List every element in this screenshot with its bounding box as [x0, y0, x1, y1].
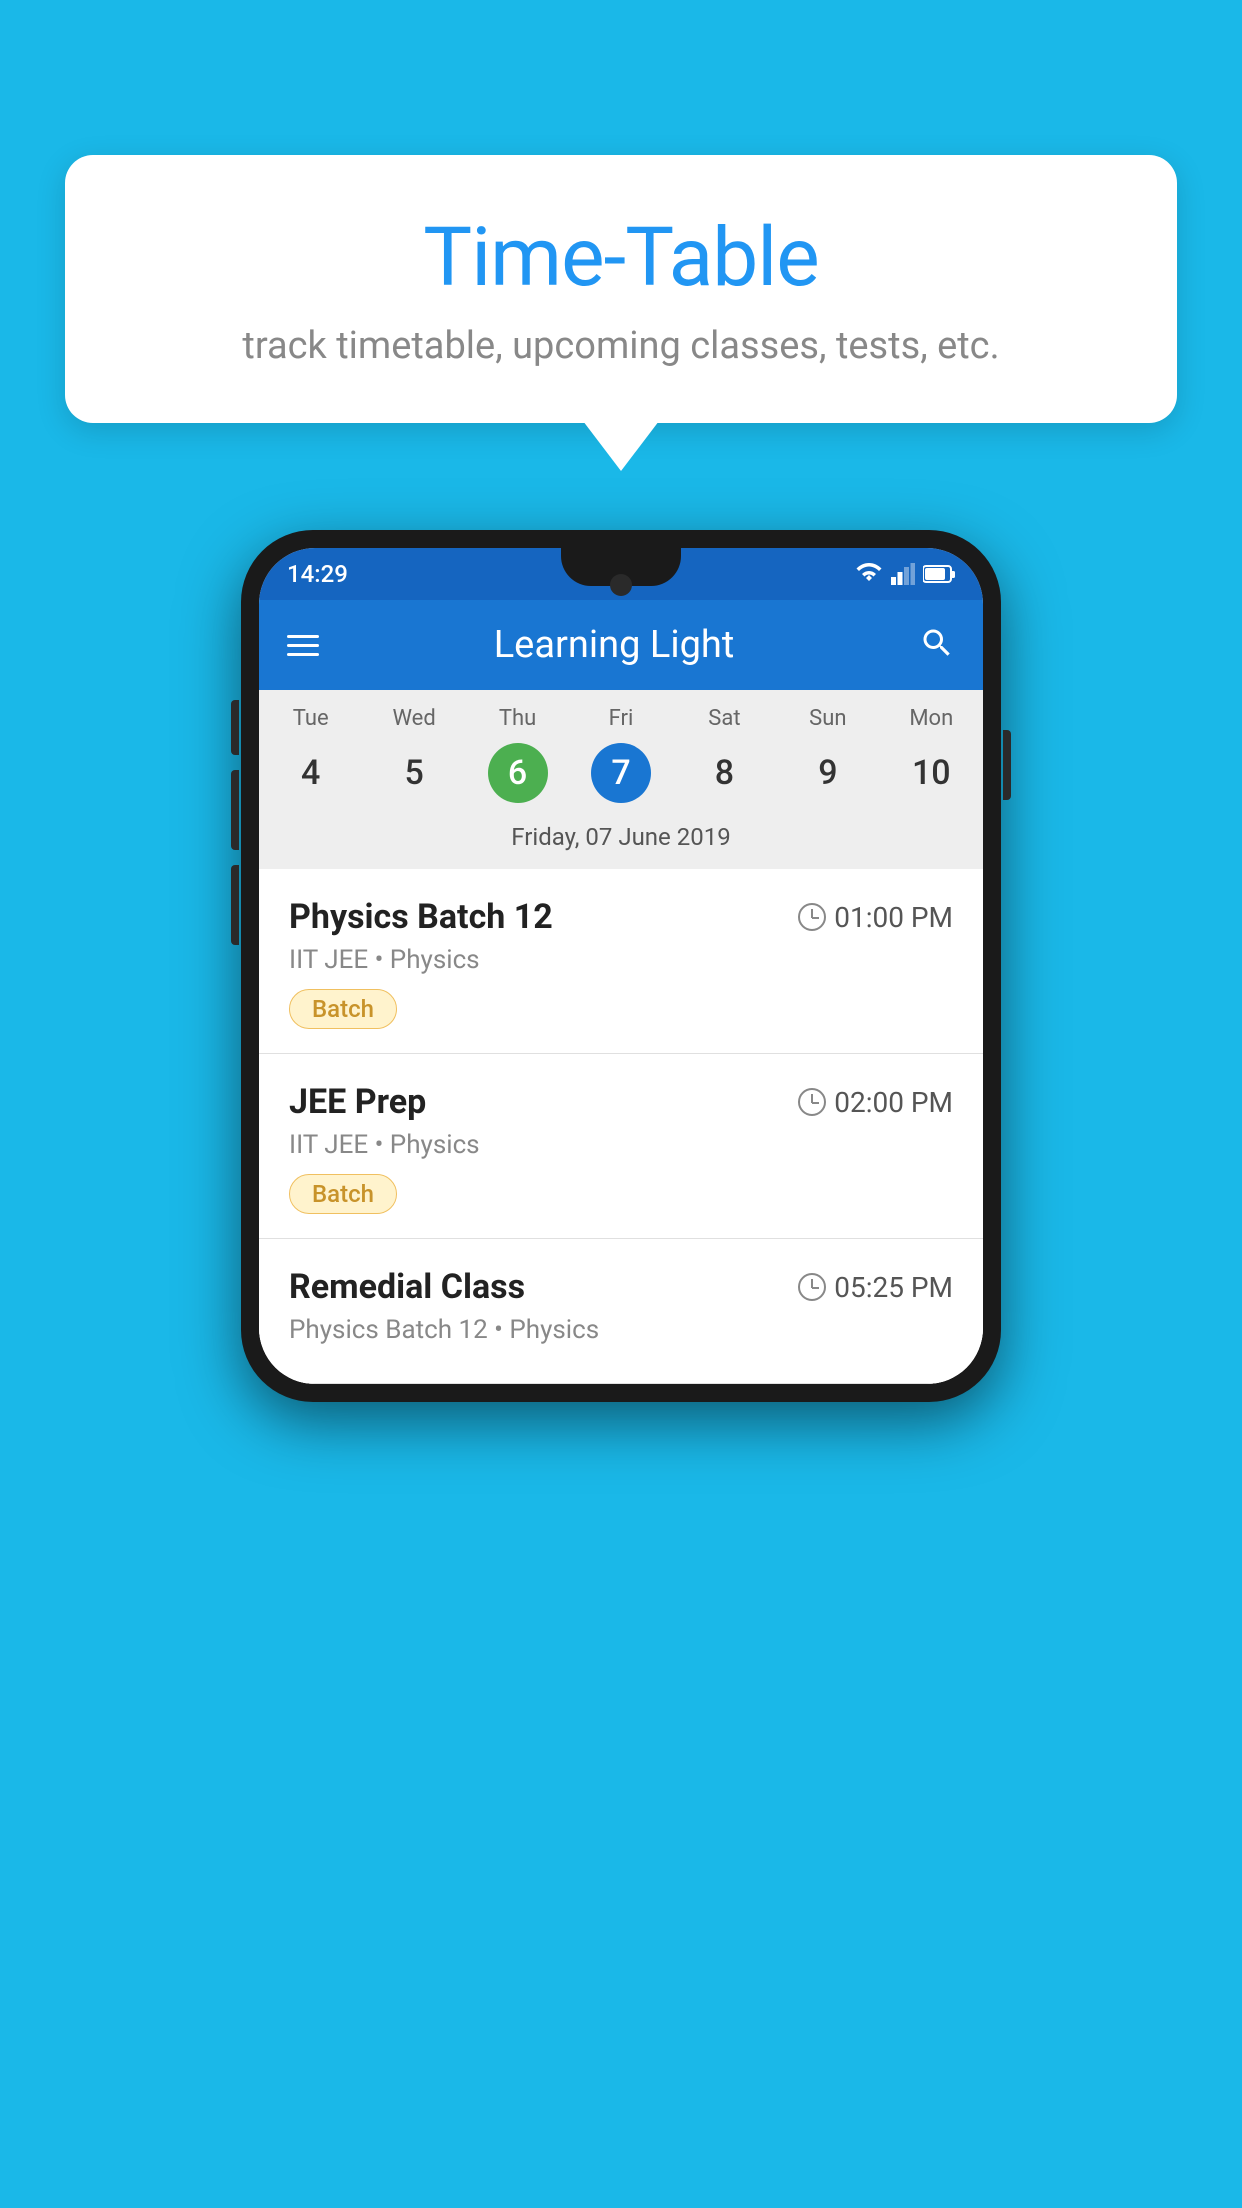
schedule-item-2-subtitle: IIT JEE • Physics: [289, 1130, 953, 1160]
phone-camera: [610, 574, 632, 596]
schedule-item-2-time: 02:00 PM: [798, 1086, 953, 1119]
schedule-item-3-time: 05:25 PM: [798, 1271, 953, 1304]
search-button[interactable]: [919, 625, 955, 665]
clock-icon-3: [798, 1273, 826, 1301]
signal-icon: [891, 563, 915, 585]
schedule-item-2-title: JEE Prep: [289, 1082, 426, 1122]
schedule-item-1-subtitle: IIT JEE • Physics: [289, 945, 953, 975]
batch-badge-1: Batch: [289, 989, 397, 1029]
phone-volume-down: [231, 770, 239, 850]
schedule-item-3-header: Remedial Class 05:25 PM: [289, 1267, 953, 1307]
schedule-item-1-time: 01:00 PM: [798, 901, 953, 934]
schedule-list: Physics Batch 12 01:00 PM IIT JEE • Phys…: [259, 869, 983, 1384]
phone-power-button: [1003, 730, 1011, 800]
phone-silent-button: [231, 865, 239, 945]
schedule-item-3[interactable]: Remedial Class 05:25 PM Physics Batch 12…: [259, 1239, 983, 1384]
day-7-selected[interactable]: 7: [591, 743, 651, 803]
schedule-item-1-title: Physics Batch 12: [289, 897, 553, 937]
calendar: Tue Wed Thu Fri Sat Sun Mon 4 5 6 7 8 9 …: [259, 690, 983, 869]
day-header-sat: Sat: [673, 706, 776, 731]
schedule-item-1-header: Physics Batch 12 01:00 PM: [289, 897, 953, 937]
batch-badge-2: Batch: [289, 1174, 397, 1214]
day-numbers: 4 5 6 7 8 9 10: [259, 739, 983, 817]
schedule-item-3-time-text: 05:25 PM: [834, 1271, 953, 1304]
day-4[interactable]: 4: [259, 743, 362, 803]
day-header-thu: Thu: [466, 706, 569, 731]
phone-notch: [561, 548, 681, 586]
tooltip-title: Time-Table: [125, 210, 1117, 306]
phone-screen: 14:29: [259, 548, 983, 1384]
schedule-item-1[interactable]: Physics Batch 12 01:00 PM IIT JEE • Phys…: [259, 869, 983, 1054]
tooltip-card: Time-Table track timetable, upcoming cla…: [65, 155, 1177, 423]
schedule-item-2-time-text: 02:00 PM: [834, 1086, 953, 1119]
schedule-item-3-title: Remedial Class: [289, 1267, 525, 1307]
day-5[interactable]: 5: [362, 743, 465, 803]
phone-outer: 14:29: [241, 530, 1001, 1402]
app-bar: Learning Light: [259, 600, 983, 690]
selected-date-label: Friday, 07 June 2019: [259, 817, 983, 869]
day-header-wed: Wed: [362, 706, 465, 731]
status-time: 14:29: [287, 560, 348, 588]
schedule-item-2-header: JEE Prep 02:00 PM: [289, 1082, 953, 1122]
day-header-tue: Tue: [259, 706, 362, 731]
day-headers: Tue Wed Thu Fri Sat Sun Mon: [259, 690, 983, 739]
day-6-today[interactable]: 6: [488, 743, 548, 803]
wifi-icon: [855, 563, 883, 585]
phone-volume-up: [231, 700, 239, 755]
phone-mockup: 14:29: [241, 530, 1001, 1402]
day-header-sun: Sun: [776, 706, 879, 731]
clock-icon-2: [798, 1088, 826, 1116]
battery-icon: [923, 564, 955, 584]
day-10[interactable]: 10: [880, 743, 983, 803]
day-header-mon: Mon: [880, 706, 983, 731]
schedule-item-3-subtitle: Physics Batch 12 • Physics: [289, 1315, 953, 1345]
search-icon: [919, 625, 955, 661]
schedule-item-2[interactable]: JEE Prep 02:00 PM IIT JEE • Physics Batc…: [259, 1054, 983, 1239]
app-bar-title: Learning Light: [309, 623, 919, 667]
status-icons: [855, 563, 955, 585]
clock-icon-1: [798, 903, 826, 931]
day-9[interactable]: 9: [776, 743, 879, 803]
tooltip-subtitle: track timetable, upcoming classes, tests…: [125, 324, 1117, 368]
day-8[interactable]: 8: [673, 743, 776, 803]
day-header-fri: Fri: [569, 706, 672, 731]
schedule-item-1-time-text: 01:00 PM: [834, 901, 953, 934]
